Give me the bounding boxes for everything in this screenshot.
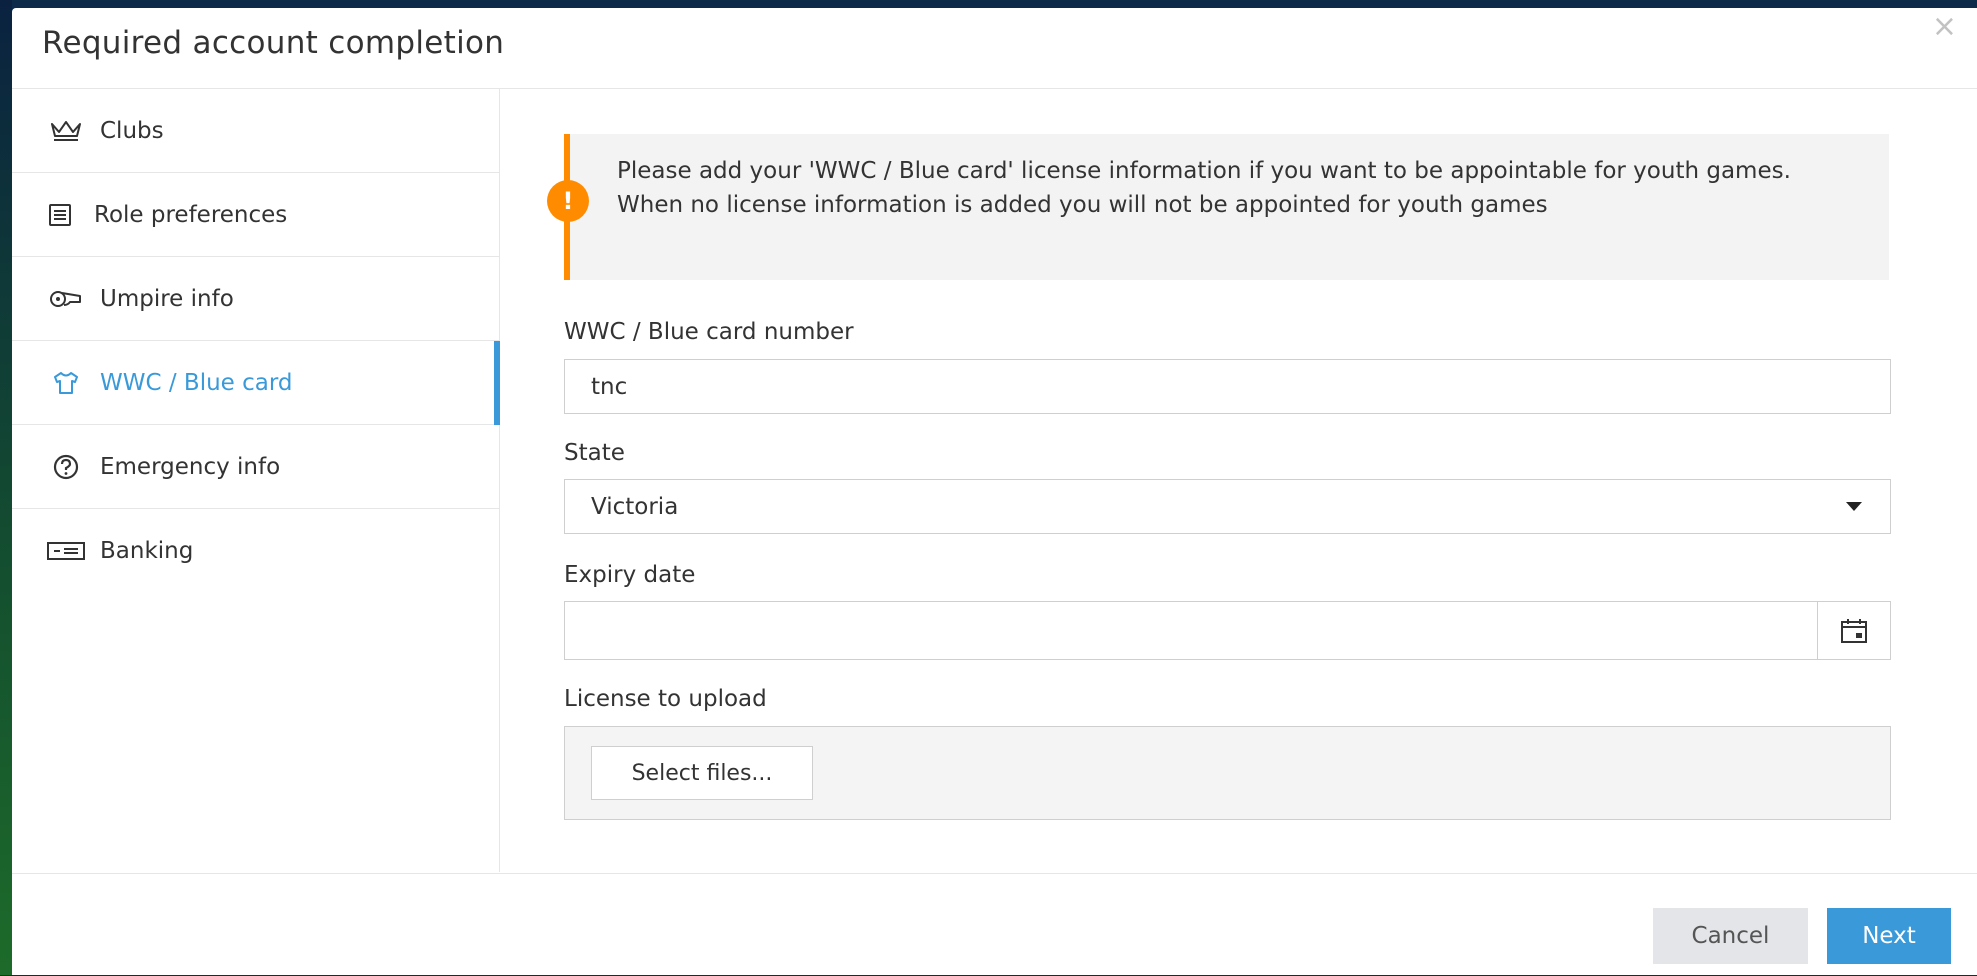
main-content: ! Please add your 'WWC / Blue card' lice… [500,89,1977,872]
modal-header: Required account completion × [12,8,1977,89]
modal-footer: Cancel Next [12,873,1977,976]
card-number-input[interactable] [564,359,1891,414]
license-upload-label: License to upload [564,686,767,712]
sidebar-item-role-preferences[interactable]: Role preferences [12,173,499,257]
whistle-icon [46,287,86,311]
sidebar-item-label: Umpire info [100,285,234,312]
next-button[interactable]: Next [1827,908,1951,964]
list-icon [40,203,80,227]
license-info-alert: ! Please add your 'WWC / Blue card' lice… [547,134,1889,280]
close-button[interactable]: × [1932,12,1957,42]
sidebar-item-umpire-info[interactable]: Umpire info [12,257,499,341]
sidebar-item-label: Banking [100,537,194,564]
help-circle-icon [46,453,86,481]
sidebar-item-banking[interactable]: Banking [12,509,499,592]
sidebar-item-label: WWC / Blue card [100,369,293,396]
sidebar-item-wwc-blue-card[interactable]: WWC / Blue card [12,341,500,425]
account-completion-modal: Required account completion × Clubs Role… [12,8,1977,975]
chevron-down-icon [1846,502,1862,511]
expiry-date-picker [564,601,1891,661]
shirt-icon [46,370,86,396]
cancel-button[interactable]: Cancel [1653,908,1808,964]
background-overlay [0,0,12,975]
state-label: State [564,440,625,466]
sidebar-item-emergency-info[interactable]: Emergency info [12,425,499,509]
bank-card-icon [46,539,86,563]
alert-message: Please add your 'WWC / Blue card' licens… [617,158,1791,218]
state-selected-value: Victoria [591,493,679,520]
crown-icon [46,119,86,143]
expiry-date-input[interactable] [565,602,1819,661]
sidebar-item-label: Clubs [100,117,164,144]
sidebar-item-label: Emergency info [100,453,281,480]
warning-icon: ! [547,180,589,222]
card-number-label: WWC / Blue card number [564,319,854,345]
sidebar: Clubs Role preferences Umpire info WWC /… [12,89,500,872]
license-upload-dropzone[interactable]: Select files... [564,726,1891,820]
sidebar-item-clubs[interactable]: Clubs [12,89,499,173]
select-files-button[interactable]: Select files... [591,746,813,800]
calendar-icon [1841,618,1867,643]
expiry-date-label: Expiry date [564,562,696,588]
sidebar-item-label: Role preferences [94,201,288,228]
state-select[interactable]: Victoria [564,479,1891,534]
calendar-button[interactable] [1817,602,1890,659]
modal-title: Required account completion [42,25,505,61]
